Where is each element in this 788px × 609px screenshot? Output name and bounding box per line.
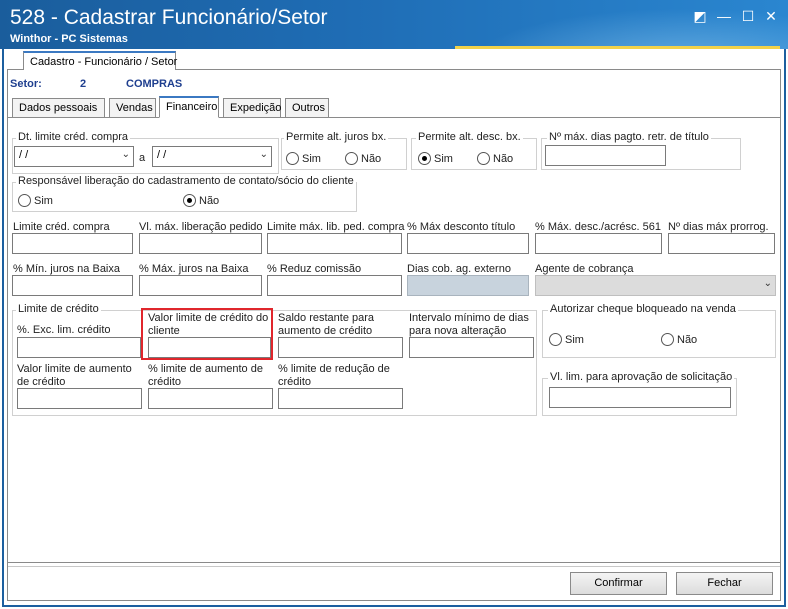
- dias-cob-ag-externo-input: [407, 275, 529, 296]
- juros-nao-label: Não: [361, 153, 382, 165]
- window-title: 528 - Cadastrar Funcionário/Setor: [10, 6, 328, 29]
- agente-cobranca-label: Agente de cobrança: [535, 263, 634, 275]
- tab-dados-pessoais[interactable]: Dados pessoais: [12, 98, 105, 117]
- saldo-restante-input[interactable]: [278, 337, 403, 358]
- vl-max-lib-pedido-label: Vl. máx. liberação pedido: [139, 221, 263, 233]
- fechar-button[interactable]: Fechar: [676, 572, 773, 595]
- reduz-comissao-input[interactable]: [267, 275, 402, 296]
- maximize-icon[interactable]: ☐: [738, 7, 758, 25]
- responsavel-sim-radio[interactable]: [18, 194, 31, 207]
- desc-sim-label: Sim: [434, 153, 453, 165]
- tab-cadastro[interactable]: Cadastro - Funcionário / Setor: [23, 51, 177, 70]
- max-desconto-titulo-input[interactable]: [407, 233, 529, 254]
- intervalo-minimo-input[interactable]: [409, 337, 534, 358]
- highlight-box: [141, 308, 273, 360]
- vl-max-lib-pedido-input[interactable]: [139, 233, 262, 254]
- setor-label: Setor:: [10, 78, 42, 90]
- dt-limite-title: Dt. limite créd. compra: [16, 131, 131, 143]
- limite-credito-title: Limite de crédito: [16, 303, 101, 315]
- max-juros-baixa-input[interactable]: [139, 275, 262, 296]
- window-subtitle: Winthor - PC Sistemas: [10, 33, 128, 45]
- max-desc-acresc-input[interactable]: [535, 233, 662, 254]
- cheque-title: Autorizar cheque bloqueado na venda: [548, 303, 738, 315]
- tab-vendas[interactable]: Vendas: [109, 98, 156, 117]
- confirmar-button[interactable]: Confirmar: [570, 572, 667, 595]
- desc-sim-radio[interactable]: [418, 152, 431, 165]
- min-juros-baixa-label: % Mín. juros na Baixa: [13, 263, 120, 275]
- tab-outros[interactable]: Outros: [285, 98, 329, 117]
- limite-cred-compra-label: Limite créd. compra: [13, 221, 110, 233]
- tab-financeiro[interactable]: Financeiro: [159, 96, 219, 118]
- max-desc-acresc-label: % Máx. desc./acrésc. 561: [535, 221, 661, 233]
- dias-pagto-label: Nº máx. dias pagto. retr. de título: [547, 131, 711, 143]
- cheque-sim-radio[interactable]: [549, 333, 562, 346]
- solicitacao-input[interactable]: [549, 387, 731, 408]
- limite-max-lib-ped-compra-input[interactable]: [267, 233, 402, 254]
- limite-max-lib-ped-compra-label: Limite máx. lib. ped. compra: [267, 221, 405, 233]
- desc-nao-label: Não: [493, 153, 514, 165]
- dias-max-prorrog-input[interactable]: [668, 233, 775, 254]
- pct-limite-reducao-label: % limite de redução de crédito: [278, 363, 390, 388]
- agente-cobranca-select: ⌄: [535, 275, 776, 296]
- dt-limite-to-value: / /: [157, 149, 167, 161]
- desc-title: Permite alt. desc. bx.: [416, 131, 523, 143]
- cheque-nao-label: Não: [677, 334, 698, 346]
- solicitacao-title: Vl. lim. para aprovação de solicitação: [548, 371, 735, 383]
- desc-nao-radio[interactable]: [477, 152, 490, 165]
- dias-cob-ag-externo-label: Dias cob. ag. externo: [407, 263, 511, 275]
- dt-limite-to[interactable]: / / ⌄: [152, 146, 272, 167]
- setor-number: 2: [80, 78, 87, 90]
- responsavel-nao-label: Não: [199, 195, 220, 207]
- reduz-comissao-label: % Reduz comissão: [267, 263, 362, 275]
- cheque-sim-label: Sim: [565, 334, 584, 346]
- tab-expedicao[interactable]: Expedição: [223, 98, 281, 117]
- close-icon[interactable]: ✕: [761, 7, 781, 25]
- pct-limite-aumento-input[interactable]: [148, 388, 273, 409]
- intervalo-minimo-label: Intervalo mínimo de dias para nova alter…: [409, 312, 529, 337]
- juros-title: Permite alt. juros bx.: [284, 131, 389, 143]
- valor-limite-aumento-input[interactable]: [17, 388, 142, 409]
- min-juros-baixa-input[interactable]: [12, 275, 133, 296]
- setor-name: COMPRAS: [126, 78, 183, 90]
- responsavel-nao-radio[interactable]: [183, 194, 196, 207]
- max-desconto-titulo-label: % Máx desconto título: [407, 221, 516, 233]
- valor-limite-aumento-label: Valor limite de aumento de crédito: [17, 363, 132, 388]
- dias-pagto-input[interactable]: [545, 145, 666, 166]
- dt-limite-connector: a: [139, 152, 146, 164]
- saldo-restante-label: Saldo restante para aumento de crédito: [278, 312, 375, 337]
- chevron-down-icon: ⌄: [763, 278, 772, 289]
- restore-icon[interactable]: ◩: [690, 7, 710, 25]
- dt-limite-from[interactable]: / / ⌄: [14, 146, 134, 167]
- pct-limite-aumento-label: % limite de aumento de crédito: [148, 363, 263, 388]
- title-bar: 528 - Cadastrar Funcionário/Setor Wintho…: [0, 0, 788, 49]
- dias-max-prorrog-label: Nº dias máx prorrog.: [668, 221, 769, 233]
- exc-lim-credito-input[interactable]: [17, 337, 141, 358]
- cheque-nao-radio[interactable]: [661, 333, 674, 346]
- minimize-icon[interactable]: —: [714, 7, 734, 25]
- limite-cred-compra-input[interactable]: [12, 233, 133, 254]
- chevron-down-icon: ⌄: [259, 149, 268, 160]
- responsavel-title: Responsável liberação do cadastramento d…: [16, 175, 356, 187]
- max-juros-baixa-label: % Máx. juros na Baixa: [139, 263, 249, 275]
- juros-sim-label: Sim: [302, 153, 321, 165]
- exc-lim-credito-label: %. Exc. lim. crédito: [17, 324, 111, 336]
- pct-limite-reducao-input[interactable]: [278, 388, 403, 409]
- responsavel-sim-label: Sim: [34, 195, 53, 207]
- juros-nao-radio[interactable]: [345, 152, 358, 165]
- chevron-down-icon: ⌄: [121, 149, 130, 160]
- title-bar-decoration: [440, 0, 788, 49]
- juros-sim-radio[interactable]: [286, 152, 299, 165]
- bottom-divider: [8, 566, 780, 567]
- dt-limite-from-value: / /: [19, 149, 29, 161]
